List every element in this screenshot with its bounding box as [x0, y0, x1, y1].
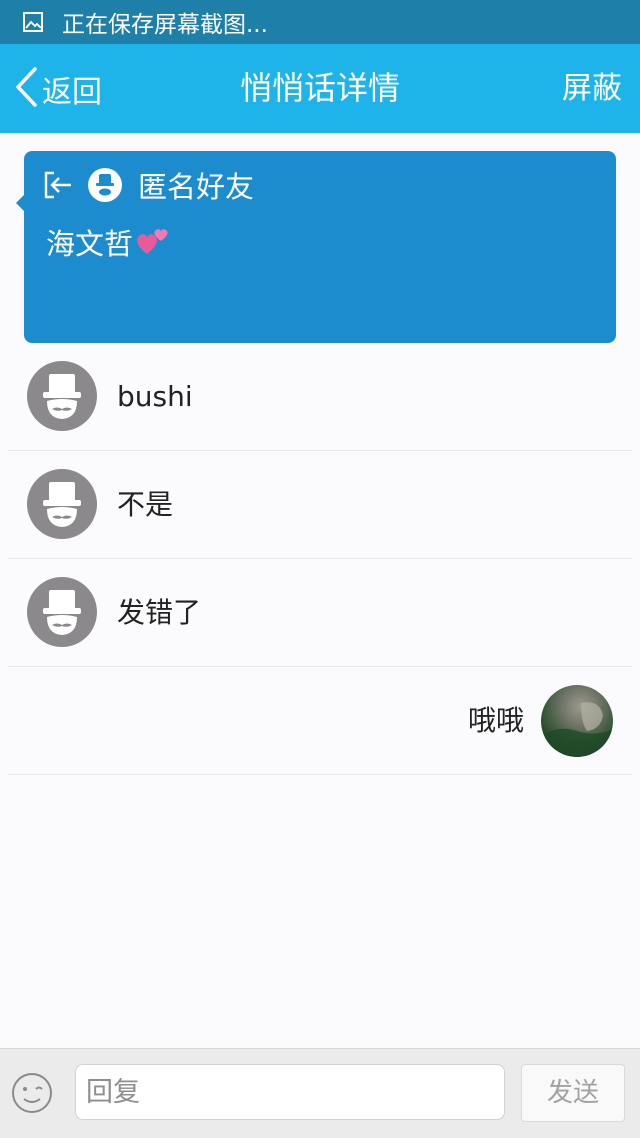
block-button[interactable]: 屏蔽 [562, 44, 622, 133]
reply-list: bushi 不是 发错了 哦哦 [0, 343, 640, 775]
status-text: 正在保存屏幕截图... [62, 12, 268, 38]
sender-name: 匿名好友 [138, 170, 255, 204]
back-label: 返回 [42, 74, 102, 110]
hearts-emoji-icon [135, 226, 171, 258]
anonymous-avatar[interactable] [27, 361, 97, 431]
reply-row[interactable]: 发错了 [0, 559, 640, 667]
exit-icon[interactable] [42, 169, 74, 201]
nav-bar: 返回 悄悄话详情 屏蔽 [0, 44, 640, 133]
whisper-message: 海文哲 [46, 221, 171, 263]
status-bar: 正在保存屏幕截图... [0, 0, 640, 44]
emoji-icon[interactable] [10, 1071, 54, 1115]
reply-text: 哦哦 [467, 704, 524, 737]
whisper-card: 匿名好友 海文哲 [16, 151, 616, 343]
my-reply-row[interactable]: 哦哦 [0, 667, 640, 775]
my-avatar[interactable] [541, 685, 613, 757]
reply-text: 发错了 [117, 596, 202, 629]
chevron-left-icon [14, 66, 38, 112]
reply-bar: 发送 [0, 1048, 640, 1138]
reply-row[interactable]: 不是 [0, 451, 640, 559]
send-button[interactable]: 发送 [521, 1064, 625, 1122]
anonymous-avatar[interactable] [27, 469, 97, 539]
reply-text: bushi [117, 380, 193, 413]
card-header: 匿名好友 [42, 165, 254, 205]
reply-input[interactable] [75, 1064, 505, 1120]
anonymous-avatar[interactable] [27, 577, 97, 647]
back-button[interactable]: 返回 [14, 44, 102, 133]
reply-text: 不是 [117, 488, 174, 521]
anonymous-avatar-icon [88, 168, 122, 202]
reply-row[interactable]: bushi [0, 343, 640, 451]
whisper-text: 海文哲 [46, 227, 134, 261]
image-icon [22, 11, 44, 33]
